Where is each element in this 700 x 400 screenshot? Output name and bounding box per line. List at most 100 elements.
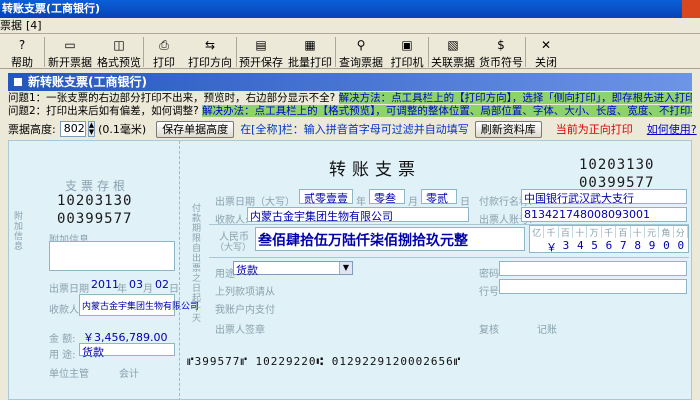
day-upper-value: 零贰 [426,192,448,205]
stub-year-unit: 年 [117,284,127,295]
amount-digit: 7 [620,239,627,252]
rmb-box[interactable]: 叁佰肆拾伍万陆仟柒佰捌拾玖元整 [255,227,525,251]
month-upper-box[interactable]: 零叁 [369,189,405,205]
year-upper-box[interactable]: 贰零壹壹 [299,189,353,205]
rmb-sub-label: （大写） [215,243,252,253]
stub-number-bottom: 00399577 [57,211,133,227]
tip-row-2: 问题2：打印出来后如有偏差，如何调整? 解决办法：点工具栏上的【格式预览】，可调… [8,105,692,118]
print-button[interactable]: ⎙ 打印 [144,35,184,69]
amount-unit: 十 [573,226,588,239]
stub-use-box[interactable]: 货款 [79,343,175,359]
amount-digit: 0 [677,239,685,252]
panel-header: 新转账支票(工商银行) [8,73,692,91]
bookkeeping-label: 记账 [537,325,557,336]
bank-box[interactable]: 中国银行武汉武大支行 [521,189,687,205]
cheque-title: 转账支票 [329,160,421,180]
stub-use-label: 用 途: [49,350,76,361]
cheque-number-top: 10203130 [579,157,655,173]
printer-label: 打印机 [390,56,424,69]
date-label: 出票日期（大写） [215,197,295,208]
pre-save-label: 预开保存 [239,56,283,69]
link-icon: ▧ [447,38,459,52]
stub-year[interactable]: 2011 [91,278,119,291]
tip-answer-1: 解决方法：点工具栏上的【打印方向】，选择「侧向打印」，即存根先进入打印机。 [338,92,692,104]
direction-icon: ⇆ [204,38,216,52]
amount-unit: 角 [659,226,674,239]
preview-icon: ◫ [113,38,125,52]
stub-payee-value: 内蒙古金宇集团生物有限公司 [82,302,200,312]
amount-unit: 分 [674,226,688,239]
batch-print-label: 批量打印 [288,56,332,69]
amount-unit: 元 [645,226,660,239]
batch-print-icon: ▦ [304,38,316,52]
line-number-box[interactable] [499,279,687,294]
close-button[interactable]: ✕ 关闭 [526,35,566,69]
new-bill-button[interactable]: ▭ 新开票据 [45,35,95,69]
stub-unit-manager: 单位主管 [49,369,89,380]
help-label: 帮助 [11,56,33,69]
payee-value: 内蒙古金宇集团生物有限公司 [250,210,393,223]
currency-symbol-button[interactable]: $ 货币符号 [477,35,525,69]
print-direction-button[interactable]: ⇆ 打印方向 [184,35,236,69]
stub-date-label: 出票日期 [49,284,89,295]
amount-unit: 百 [559,226,574,239]
stub-month-unit: 月 [143,284,153,295]
chevron-down-icon[interactable]: ▼ [339,262,352,274]
format-preview-button[interactable]: ◫ 格式预览 [95,35,143,69]
stub-payee-box[interactable]: 内蒙古金宇集团生物有限公司 [79,294,199,316]
note-line-1: 上列款项请从 [215,287,275,298]
amount-unit: 千 [602,226,617,239]
amount-grid[interactable]: 亿千百十万千百十元角分 ￥ 3 4 5 6 7 8 9 0 0 [529,225,689,254]
amount-digit: 4 [576,239,584,252]
height-spinner[interactable]: ▲ ▼ [87,121,96,137]
amount-digit: 8 [634,239,641,252]
year-unit: 年 [356,197,366,208]
print-label: 打印 [153,56,175,69]
tip-row-1: 问题1：一张支票的右边部分打印不出来，预览时，右边部分显示不全? 解决方法：点工… [8,92,692,105]
window-title: 转账支票(工商银行) [2,2,101,15]
menu-item-bills[interactable]: 票据 [4] [0,19,50,32]
pre-save-button[interactable]: ▤ 预开保存 [237,35,285,69]
control-row: 票据高度: 802 ▲ ▼ (0.1毫米) 保存单据高度 在[全称]栏：输入拼音首… [8,120,697,138]
amount-unit: 百 [616,226,631,239]
printer-setup-icon: ▣ [401,38,413,52]
use-select[interactable]: 货款 ▼ [233,261,353,277]
year-upper-value: 贰零壹壹 [304,192,348,205]
amount-unit: 亿 [530,226,545,239]
amount-digit: 3 [562,239,570,252]
print-direction-label: 打印方向 [188,56,232,69]
refresh-database-button[interactable]: 刷新资料库 [474,120,542,138]
stub-use-value: 货款 [82,346,104,359]
height-label: 票据高度: [8,123,56,136]
query-bills-button[interactable]: ⚲ 查询票据 [336,35,386,69]
amount-unit: 十 [631,226,645,239]
stub-day[interactable]: 02 [155,278,169,291]
password-box[interactable] [499,261,687,276]
help-icon: ? [18,38,26,52]
batch-print-button[interactable]: ▦ 批量打印 [285,35,335,69]
drawer-sign-label: 出票人签章 [215,325,265,336]
related-bills-button[interactable]: ▧ 关联票据 [429,35,477,69]
help-button[interactable]: ? 帮助 [0,35,44,69]
window-close-button[interactable] [682,0,700,18]
save-height-button[interactable]: 保存单据高度 [156,120,235,138]
stub-side-text: 附加信息 [12,211,22,251]
stub-extra-box[interactable] [49,241,175,271]
day-upper-box[interactable]: 零贰 [421,189,457,205]
amount-unit: 千 [544,226,559,239]
menu-bar: 票据 [4] [0,18,700,34]
amount-unit: 万 [587,226,602,239]
how-to-use-link[interactable]: 如何使用? [647,121,697,137]
close-label: 关闭 [535,56,557,69]
account-box[interactable]: 813421748008093001 [521,207,687,222]
stub-title: 支票存根 [65,179,130,193]
amount-digit: 6 [605,239,613,252]
window-title-bar: 转账支票(工商银行) [0,0,700,18]
amount-digit: 9 [648,239,656,252]
stub-month[interactable]: 03 [129,278,143,291]
note-line-2: 我账户内支付 [215,305,275,316]
printer-button[interactable]: ▣ 打印机 [386,35,428,69]
payee-box[interactable]: 内蒙古金宇集团生物有限公司 [247,207,469,223]
use-value: 货款 [236,264,258,277]
height-input[interactable]: 802 [59,121,86,137]
